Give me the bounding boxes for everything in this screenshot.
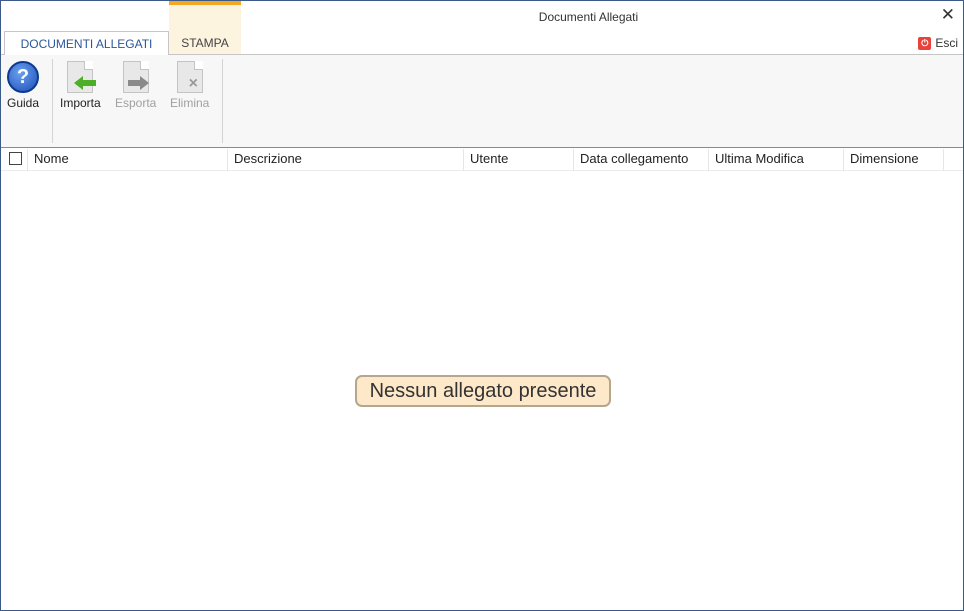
select-all-cell — [1, 149, 28, 171]
delete-icon: × — [176, 61, 203, 93]
column-header-utente[interactable]: Utente — [464, 149, 574, 171]
column-header-ultima-modifica[interactable]: Ultima Modifica — [709, 149, 844, 171]
ribbon-separator — [52, 59, 53, 143]
esci-label: Esci — [935, 36, 958, 50]
help-icon: ? — [7, 61, 40, 93]
title-bar: Documenti Allegati ✕ — [1, 1, 963, 31]
tab-stampa[interactable]: STAMPA — [169, 31, 241, 55]
esporta-label: Esporta — [115, 96, 157, 110]
grid-header: Nome Descrizione Utente Data collegament… — [1, 149, 963, 171]
import-icon — [67, 61, 97, 93]
export-icon — [122, 61, 149, 93]
close-icon[interactable]: ✕ — [941, 5, 955, 25]
importa-label: Importa — [60, 96, 101, 110]
ribbon-separator — [222, 59, 223, 143]
column-header-descrizione[interactable]: Descrizione — [228, 149, 464, 171]
guida-label: Guida — [7, 96, 40, 110]
tab-documenti-allegati[interactable]: DOCUMENTI ALLEGATI — [4, 31, 169, 55]
column-header-dimensione[interactable]: Dimensione — [844, 149, 944, 171]
select-all-checkbox[interactable] — [9, 152, 22, 165]
column-header-data-collegamento[interactable]: Data collegamento — [574, 149, 709, 171]
guida-button[interactable]: ? Guida — [7, 61, 39, 110]
esci-button[interactable]: ⏻ Esci — [918, 34, 958, 52]
window-title: Documenti Allegati — [538, 10, 639, 24]
ribbon: ? Guida Importa Esporta × Elimina — [1, 54, 963, 148]
esporta-button[interactable]: Esporta — [115, 61, 156, 110]
elimina-button[interactable]: × Elimina — [170, 61, 209, 110]
documenti-allegati-window: Documenti Allegati ✕ DOCUMENTI ALLEGATI … — [0, 0, 964, 611]
elimina-label: Elimina — [170, 96, 210, 110]
empty-message: Nessun allegato presente — [355, 375, 611, 407]
importa-button[interactable]: Importa — [60, 61, 101, 110]
power-icon: ⏻ — [918, 36, 932, 50]
column-header-nome[interactable]: Nome — [28, 149, 228, 171]
